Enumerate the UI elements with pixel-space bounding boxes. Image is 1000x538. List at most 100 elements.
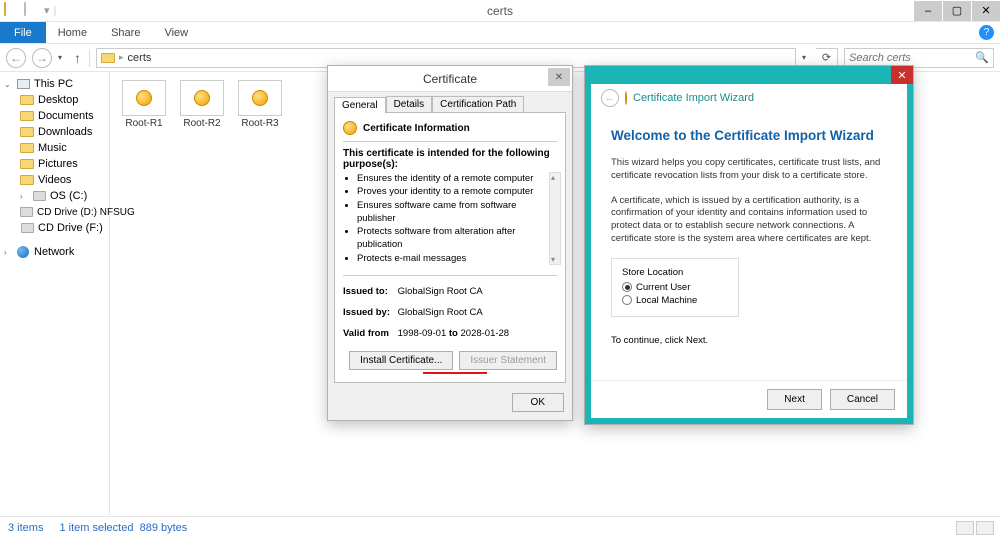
store-location-group: Store Location Current User Local Machin… (611, 258, 739, 317)
certificate-tab-panel: Certificate Information This certificate… (334, 112, 566, 383)
sidebar-label: Desktop (38, 94, 78, 106)
file-menu[interactable]: File (0, 22, 46, 43)
status-item-count: 3 items (8, 522, 43, 534)
breadcrumb-dropdown[interactable]: ▾ (802, 53, 806, 62)
sidebar-label: Downloads (38, 126, 92, 138)
sidebar-item-cddrive-f[interactable]: CD Drive (F:) (0, 220, 109, 236)
scrollbar[interactable] (549, 172, 561, 265)
file-item-root-r2[interactable]: Root-R2 (178, 80, 226, 129)
wizard-header: ← Certificate Import Wizard (591, 84, 907, 112)
cert-issued-by: Issued by: GlobalSign Root CA (343, 307, 557, 318)
maximize-button[interactable]: ▢ (943, 1, 971, 21)
app-icon (24, 3, 40, 19)
sidebar-item-documents[interactable]: Documents (0, 108, 109, 124)
certificate-icon (180, 80, 224, 116)
sidebar-item-downloads[interactable]: Downloads (0, 124, 109, 140)
sidebar-label: CD Drive (F:) (38, 222, 103, 234)
file-item-root-r1[interactable]: Root-R1 (120, 80, 168, 129)
wizard-paragraph-1: This wizard helps you copy certificates,… (611, 157, 887, 183)
wizard-header-title: Certificate Import Wizard (633, 92, 754, 104)
window-title: certs (487, 4, 513, 18)
status-size: 889 bytes (140, 522, 188, 534)
wizard-next-button[interactable]: Next (767, 389, 822, 410)
titlebar-left: ▾ | (0, 3, 56, 19)
cert-purpose-item: Ensures software came from software publ… (357, 199, 547, 226)
cert-purpose-item: Ensures the identity of a remote compute… (357, 172, 547, 185)
radio-current-user[interactable]: Current User (622, 282, 728, 293)
sidebar-label: Network (34, 246, 74, 258)
wizard-welcome-heading: Welcome to the Certificate Import Wizard (611, 128, 887, 143)
wizard-body: Welcome to the Certificate Import Wizard… (591, 112, 907, 380)
wizard-continue-text: To continue, click Next. (611, 335, 887, 346)
sidebar-label: OS (C:) (50, 190, 87, 202)
sidebar-item-network[interactable]: ›Network (0, 244, 109, 260)
file-name-label: Root-R3 (236, 118, 284, 129)
qat-divider: ▾ (44, 4, 50, 17)
recent-locations-button[interactable]: ▾ (58, 53, 62, 62)
tab-general[interactable]: General (334, 97, 386, 113)
status-selected-count: 1 item selected (59, 522, 133, 534)
sidebar: ⌄This PC Desktop Documents Downloads Mus… (0, 72, 110, 515)
import-wizard-dialog: ✕ ← Certificate Import Wizard Welcome to… (584, 65, 914, 425)
up-button[interactable]: ↑ (72, 50, 83, 66)
folder-icon (101, 52, 115, 64)
certificate-ok-button[interactable]: OK (512, 393, 564, 412)
thumbnails-view-button[interactable] (976, 521, 994, 535)
certificate-icon (122, 80, 166, 116)
cert-purposes-box: Ensures the identity of a remote compute… (343, 172, 557, 265)
cert-purpose-item: Protects software from alteration after … (357, 225, 547, 252)
file-name-label: Root-R1 (120, 118, 168, 129)
cert-info-heading: Certificate Information (363, 123, 470, 134)
certificate-icon (343, 121, 357, 135)
window-titlebar: ▾ | certs – ▢ ✕ (0, 0, 1000, 22)
search-icon: 🔍 (975, 51, 989, 64)
menubar: File Home Share View ? (0, 22, 1000, 44)
radio-icon (622, 295, 632, 305)
wizard-cancel-button[interactable]: Cancel (830, 389, 895, 410)
sidebar-item-music[interactable]: Music (0, 140, 109, 156)
sidebar-item-videos[interactable]: Videos (0, 172, 109, 188)
window-controls: – ▢ ✕ (913, 1, 1000, 21)
forward-button[interactable]: → (32, 48, 52, 68)
tab-details[interactable]: Details (386, 96, 433, 112)
wizard-paragraph-2: A certificate, which is issued by a cert… (611, 195, 887, 246)
sidebar-item-cddrive-d[interactable]: CD Drive (D:) NFSUG (0, 204, 109, 220)
details-view-button[interactable] (956, 521, 974, 535)
sidebar-item-thispc[interactable]: ⌄This PC (0, 76, 109, 92)
help-icon[interactable]: ? (979, 25, 994, 40)
radio-icon (622, 282, 632, 292)
wizard-close-button[interactable]: ✕ (891, 66, 913, 84)
back-button[interactable]: ← (6, 48, 26, 68)
install-certificate-button[interactable]: Install Certificate... (349, 351, 453, 370)
divider (343, 275, 557, 276)
qat-sep: | (54, 5, 57, 17)
certificate-dialog-close-button[interactable]: ✕ (548, 68, 570, 86)
cert-info-header: Certificate Information (343, 121, 557, 142)
breadcrumb-folder[interactable]: certs (128, 52, 152, 64)
wizard-back-button[interactable]: ← (601, 89, 619, 107)
sidebar-label: Pictures (38, 158, 78, 170)
close-button[interactable]: ✕ (972, 1, 1000, 21)
certificate-dialog-titlebar[interactable]: Certificate ✕ (328, 66, 572, 92)
cert-intended-heading: This certificate is intended for the fol… (343, 148, 557, 170)
sidebar-item-osdrive[interactable]: ›OS (C:) (0, 188, 109, 204)
breadcrumb-sep: ▸ (119, 52, 124, 63)
cert-validity: Valid from 1998-09-01 to 2028-01-28 (343, 328, 557, 339)
share-tab[interactable]: Share (99, 22, 152, 43)
cert-purpose-list: Ensures the identity of a remote compute… (343, 172, 557, 265)
certificate-dialog: Certificate ✕ General Details Certificat… (327, 65, 573, 421)
wizard-footer: Next Cancel (591, 380, 907, 418)
minimize-button[interactable]: – (914, 1, 942, 21)
sidebar-label: Documents (38, 110, 94, 122)
sidebar-item-desktop[interactable]: Desktop (0, 92, 109, 108)
home-tab[interactable]: Home (46, 22, 99, 43)
radio-local-machine[interactable]: Local Machine (622, 295, 728, 306)
wizard-titlebar[interactable]: ✕ (585, 66, 913, 84)
file-item-root-r3[interactable]: Root-R3 (236, 80, 284, 129)
sidebar-label: Music (38, 142, 67, 154)
view-tab[interactable]: View (152, 22, 200, 43)
tab-cert-path[interactable]: Certification Path (432, 96, 524, 112)
sidebar-item-pictures[interactable]: Pictures (0, 156, 109, 172)
search-input[interactable] (849, 52, 989, 64)
certificate-tabs: General Details Certification Path (328, 92, 572, 112)
